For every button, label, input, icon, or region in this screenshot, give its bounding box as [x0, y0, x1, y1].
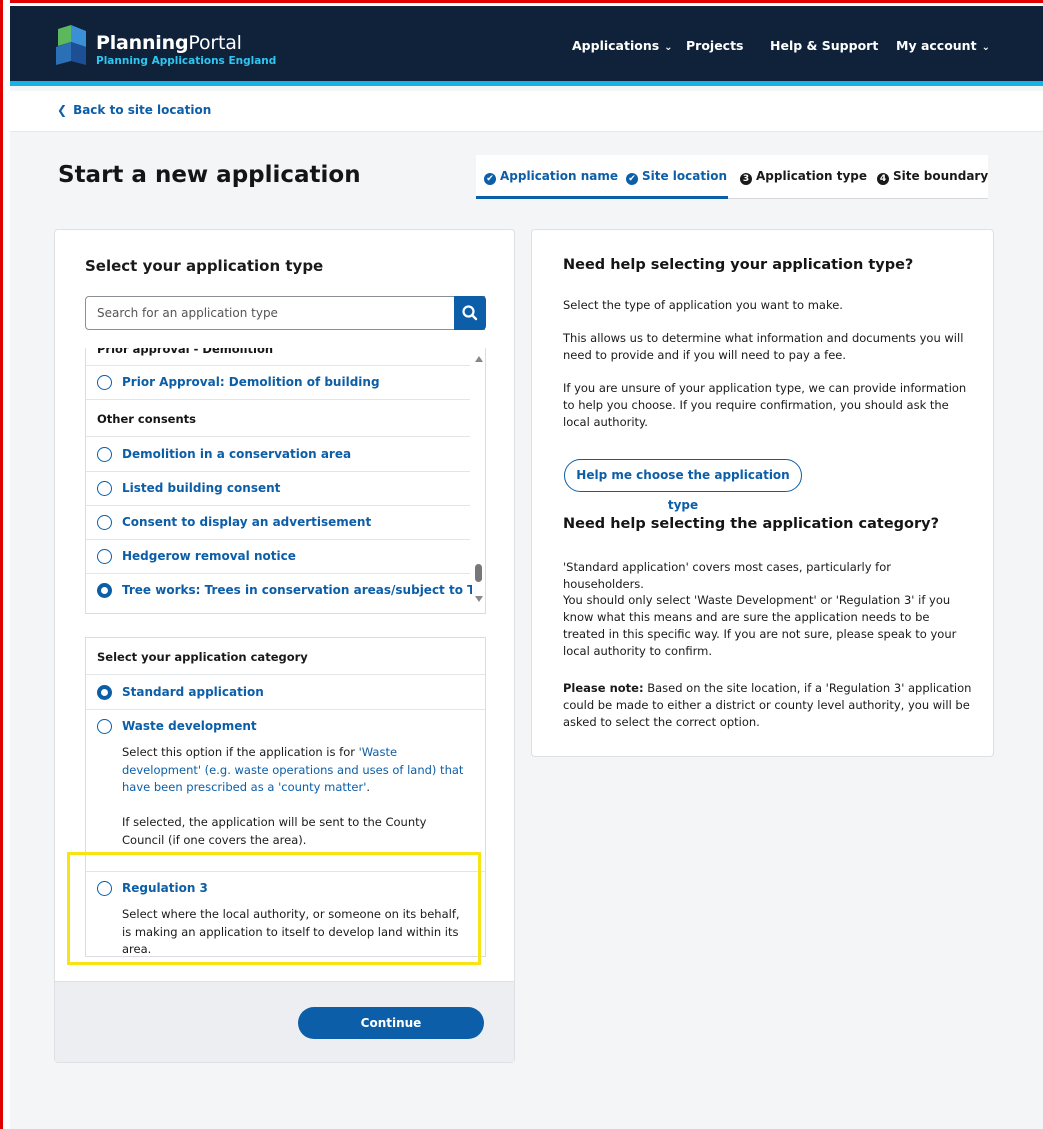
category-option-label: Standard application: [122, 685, 264, 699]
desc-text: Select this option if the application is…: [122, 745, 359, 759]
application-type-search: [85, 296, 485, 330]
nav-applications-label: Applications: [572, 38, 660, 53]
step-number-icon: 3: [740, 173, 752, 185]
nav-applications[interactable]: Applications ⌄: [572, 38, 673, 53]
continue-button[interactable]: Continue: [298, 1007, 484, 1039]
stepper-progress-bar: [476, 196, 728, 199]
scroll-down-arrow-icon[interactable]: [475, 596, 483, 602]
chevron-down-icon: ⌄: [664, 42, 673, 53]
list-item[interactable]: Hedgerow removal notice: [86, 540, 470, 574]
brand-title[interactable]: PlanningPortal: [96, 32, 242, 54]
page-title: Start a new application: [58, 162, 361, 188]
note-label: Please note:: [563, 681, 644, 695]
radio-button[interactable]: [97, 719, 112, 734]
help-paragraph: 'Standard application' covers most cases…: [563, 560, 891, 591]
check-circle-icon: ✔: [626, 173, 638, 185]
list-item-label: Tree works: Trees in conservation areas/…: [122, 583, 486, 597]
back-strip: ❮ Back to site location: [10, 91, 1043, 132]
radio-button[interactable]: [97, 447, 112, 462]
category-option-label: Waste development: [122, 719, 257, 733]
brand-title-bold: Planning: [96, 32, 189, 54]
back-link-label: Back to site location: [73, 103, 212, 117]
chevron-down-icon: ⌄: [981, 42, 990, 53]
nav-my-account-label: My account: [896, 38, 977, 53]
help-card: Need help selecting your application typ…: [531, 229, 994, 757]
desc-text: .: [366, 780, 371, 794]
category-option-standard[interactable]: Standard application: [86, 676, 485, 710]
step-label: Application type: [756, 169, 868, 183]
application-type-list[interactable]: Prior approval - Demolition Prior Approv…: [85, 348, 486, 614]
step-label: Site boundary: [893, 169, 989, 183]
search-input[interactable]: [86, 297, 446, 329]
radio-button[interactable]: [97, 515, 112, 530]
search-icon: [462, 305, 478, 321]
list-item[interactable]: Consent to display an advertisement: [86, 506, 470, 540]
help-me-choose-button[interactable]: Help me choose the application type: [564, 459, 802, 512]
list-item-label: Prior Approval: Demolition of building: [122, 375, 380, 389]
step-site-location[interactable]: ✔ Site location: [626, 169, 727, 185]
check-circle-icon: ✔: [484, 173, 496, 185]
list-item[interactable]: Demolition in a conservation area: [86, 438, 470, 472]
help-category-heading: Need help selecting the application cate…: [563, 516, 940, 532]
group-heading-other-consents: Other consents: [86, 401, 470, 437]
list-item[interactable]: Tree works: Trees in conservation areas/…: [86, 574, 485, 608]
waste-development-note: If selected, the application will be sen…: [122, 815, 427, 847]
list-item[interactable]: Prior Approval: Demolition of building: [86, 366, 470, 400]
site-header: PlanningPortal Planning Applications Eng…: [10, 6, 1043, 86]
help-paragraph: This allows us to determine what informa…: [563, 331, 964, 362]
list-item-label: Demolition in a conservation area: [122, 447, 352, 461]
group-heading-label: Other consents: [97, 412, 197, 426]
step-label: Application name: [500, 169, 619, 183]
search-button[interactable]: [454, 296, 486, 330]
chevron-left-icon: ❮: [57, 103, 68, 117]
group-heading-prior-approval-demolition: Prior approval - Demolition: [86, 348, 470, 366]
list-item-label: Hedgerow removal notice: [122, 549, 296, 563]
group-heading-label: Prior approval - Demolition: [97, 348, 274, 356]
scrollbar-thumb[interactable]: [475, 564, 482, 582]
category-heading: Select your application category: [86, 638, 485, 675]
progress-stepper: ✔ Application name ✔ Site location 3 Applic…: [476, 155, 988, 199]
category-heading-label: Select your application category: [97, 650, 308, 664]
list-item-label: Consent to display an advertisement: [122, 515, 372, 529]
select-type-heading: Select your application type: [85, 257, 324, 275]
brand-title-rest: Portal: [188, 32, 242, 54]
list-item-label: Listed building consent: [122, 481, 281, 495]
nav-my-account[interactable]: My account ⌄: [896, 38, 990, 53]
nav-help-support[interactable]: Help & Support: [770, 38, 878, 53]
brand-subtitle: Planning Applications England: [96, 55, 277, 67]
list-item[interactable]: Listed building consent: [86, 472, 470, 506]
help-type-heading: Need help selecting your application typ…: [563, 257, 914, 273]
frame-left-border: [0, 0, 10, 1129]
waste-development-description: Select this option if the application is…: [122, 744, 472, 797]
category-option-waste-development[interactable]: Waste development Select this option if …: [86, 710, 485, 870]
step-number-icon: 4: [877, 173, 889, 185]
radio-button-selected[interactable]: [97, 583, 112, 598]
nav-projects[interactable]: Projects: [686, 38, 744, 53]
frame-top-border: [0, 0, 1043, 6]
step-site-boundary: 4 Site boundary: [877, 169, 988, 185]
highlight-box: [67, 852, 481, 965]
step-label: Site location: [642, 169, 728, 183]
help-paragraph: Select the type of application you want …: [563, 298, 843, 312]
planning-portal-logo-icon[interactable]: [52, 25, 90, 67]
scroll-up-arrow-icon[interactable]: [475, 356, 483, 362]
radio-button-selected[interactable]: [97, 685, 112, 700]
step-application-type: 3 Application type: [740, 169, 867, 185]
help-paragraph: You should only select 'Waste Developmen…: [563, 593, 957, 658]
radio-button[interactable]: [97, 549, 112, 564]
list-scrollbar[interactable]: [472, 348, 485, 613]
step-application-name[interactable]: ✔ Application name: [484, 169, 618, 185]
radio-button[interactable]: [97, 375, 112, 390]
back-to-site-location-link[interactable]: ❮ Back to site location: [57, 103, 211, 117]
help-paragraph: If you are unsure of your application ty…: [563, 381, 967, 429]
radio-button[interactable]: [97, 481, 112, 496]
help-note-paragraph: Please note: Based on the site location,…: [563, 680, 973, 731]
